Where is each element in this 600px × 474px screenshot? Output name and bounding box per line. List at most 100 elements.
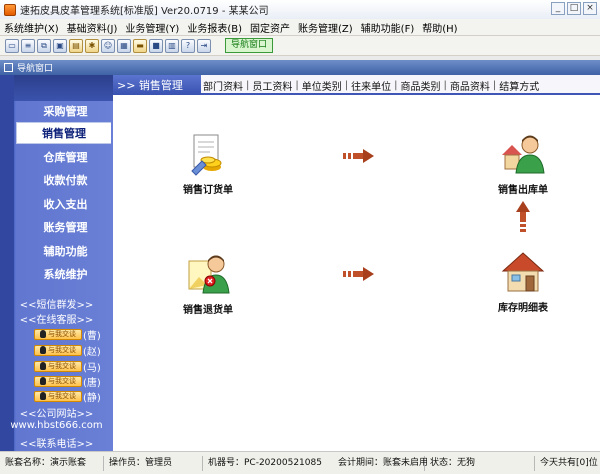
qq-chat-button[interactable]: 与我交谈 — [34, 375, 82, 387]
exit-icon[interactable]: ⇥ — [197, 38, 211, 53]
qq-icon — [40, 362, 46, 370]
help-icon[interactable]: ? — [181, 38, 195, 53]
link-product-category[interactable]: 商品类别 — [401, 78, 441, 93]
folder-icon[interactable]: ▬ — [133, 38, 147, 53]
save-icon[interactable]: ■ — [149, 38, 163, 53]
link-products[interactable]: 商品资料 — [450, 78, 490, 93]
sales-out-label: 销售出库单 — [498, 185, 548, 196]
return-document-icon — [188, 255, 230, 294]
new-icon[interactable]: ▭ — [5, 38, 19, 53]
warehouse-icon — [501, 252, 545, 292]
qq-icon — [40, 330, 46, 338]
minimize-button[interactable]: _ — [551, 2, 565, 15]
order-document-icon — [191, 134, 222, 176]
sidebar-item-income[interactable]: 收入支出 — [18, 193, 113, 215]
qq-chat-button[interactable]: 与我交谈 — [34, 390, 82, 402]
sidebar-item-payments[interactable]: 收款付款 — [18, 169, 113, 191]
window-icon — [4, 63, 13, 72]
flow-arrow-up-icon — [516, 201, 530, 232]
maximize-button[interactable]: □ — [567, 2, 581, 15]
copy-icon[interactable]: ⧉ — [37, 38, 51, 53]
nav-window-tab-label: 导航窗口 — [17, 64, 54, 74]
link-staff[interactable]: 员工资料 — [252, 78, 292, 93]
window-icon[interactable]: ▣ — [53, 38, 67, 53]
qq-badge-label: 与我交谈 — [48, 377, 76, 385]
qq-contact[interactable]: 与我交谈 (静) — [34, 390, 101, 404]
status-machine: 机器号：PC-20200521085 — [208, 457, 322, 468]
qq-contact[interactable]: 与我交谈 (赵) — [34, 344, 101, 358]
qq-contact[interactable]: 与我交谈 (曹) — [34, 328, 101, 342]
sms-link[interactable]: <<短信群发>> — [0, 296, 113, 311]
link-unit-category[interactable]: 单位类别 — [302, 78, 342, 93]
website-label: <<公司网站>> — [19, 409, 94, 420]
qq-chat-button[interactable]: 与我交谈 — [34, 360, 82, 372]
menu-basic-data[interactable]: 基础资料(J) — [67, 20, 118, 35]
separator: | — [394, 79, 398, 91]
qq-contact-name: (马) — [83, 362, 101, 374]
sidebar-item-auxiliary[interactable]: 辅助功能 — [18, 240, 113, 262]
window-title: 速拓皮具皮革管理系统[标准版] Ver20.0719 - 某某公司 — [20, 6, 269, 17]
qq-badge-label: 与我交谈 — [48, 346, 76, 354]
nav-window-button[interactable]: 导航窗口 — [225, 38, 274, 53]
sidebar-item-accounts[interactable]: 账务管理 — [18, 216, 113, 238]
content-area: 销售订货单 销售出库单 销售退货单 库存明细表 — [113, 97, 600, 451]
sales-out-module[interactable]: 销售出库单 — [478, 131, 568, 196]
status-account: 账套名称：演示账套 — [0, 455, 104, 471]
menu-help[interactable]: 帮助(H) — [422, 20, 457, 35]
status-operator: 操作员：管理员 — [104, 455, 203, 471]
calculator-icon[interactable]: ▦ — [117, 38, 131, 53]
flow-arrow-right-icon — [343, 149, 374, 163]
user-icon[interactable]: ☺ — [101, 38, 115, 53]
phone-label: <<联系电话>> — [19, 439, 94, 450]
qq-badge-label: 与我交谈 — [48, 392, 76, 400]
menu-fixed-assets[interactable]: 固定资产 — [250, 20, 290, 35]
link-settlement[interactable]: 结算方式 — [499, 78, 539, 93]
title-bar: 速拓皮具皮革管理系统[标准版] Ver20.0719 - 某某公司 _ □ × — [0, 0, 600, 19]
qq-icon — [40, 346, 46, 354]
nav-window-tab[interactable]: 导航窗口 — [0, 60, 600, 75]
sidebar-item-sales[interactable]: 销售管理 — [16, 122, 111, 144]
sales-order-module[interactable]: 销售订货单 — [163, 131, 253, 196]
qq-badge-label: 与我交谈 — [48, 330, 76, 338]
qq-chat-button[interactable]: 与我交谈 — [34, 328, 82, 340]
sidebar-item-warehouse[interactable]: 仓库管理 — [18, 146, 113, 168]
sales-return-module[interactable]: 销售退货单 — [163, 251, 253, 316]
window-controls: _ □ × — [551, 2, 597, 15]
sidebar: 采购管理 销售管理 仓库管理 收款付款 收入支出 账务管理 辅助功能 系统维护 … — [0, 75, 113, 451]
separator: | — [492, 79, 497, 91]
menu-auxiliary[interactable]: 辅助功能(F) — [361, 20, 415, 35]
qq-contact-name: (静) — [83, 392, 101, 404]
qq-contact-name: (曹) — [83, 330, 101, 342]
qq-icon — [40, 377, 46, 385]
qq-chat-button[interactable]: 与我交谈 — [34, 344, 82, 356]
sidebar-edge — [0, 75, 14, 451]
qq-contact-name: (唐) — [83, 377, 101, 389]
link-department[interactable]: 部门资料 — [203, 78, 243, 93]
menu-business[interactable]: 业务管理(Y) — [125, 20, 179, 35]
separator: | — [344, 79, 349, 91]
separator: | — [246, 79, 250, 91]
inventory-detail-label: 库存明细表 — [498, 303, 548, 314]
qq-contact[interactable]: 与我交谈 (马) — [34, 360, 101, 374]
menu-accounts[interactable]: 账务管理(Z) — [298, 20, 353, 35]
qq-contact[interactable]: 与我交谈 (唐) — [34, 375, 101, 389]
chart-icon[interactable]: ▤ — [69, 38, 83, 53]
inventory-detail-module[interactable]: 库存明细表 — [478, 249, 568, 314]
tools-icon[interactable]: ✱ — [85, 38, 99, 53]
sidebar-item-system[interactable]: 系统维护 — [18, 263, 113, 285]
list-icon[interactable]: ≡ — [21, 38, 35, 53]
sales-order-label: 销售订货单 — [183, 185, 233, 196]
link-partners[interactable]: 往来单位 — [351, 78, 391, 93]
sidebar-header — [14, 75, 113, 101]
qq-contact-name: (赵) — [83, 346, 101, 358]
person-house-icon — [502, 135, 545, 174]
menu-system[interactable]: 系统维护(X) — [4, 20, 59, 35]
status-bar: 账套名称：演示账套 操作员：管理员 机器号：PC-20200521085 会计期… — [0, 451, 600, 474]
close-button[interactable]: × — [583, 2, 597, 15]
website-link[interactable]: www.hbst666.com — [0, 420, 113, 431]
sidebar-item-purchase[interactable]: 采购管理 — [18, 100, 113, 122]
qq-icon — [40, 392, 46, 400]
menu-reports[interactable]: 业务报表(B) — [187, 20, 242, 35]
separator: | — [295, 79, 299, 91]
print-icon[interactable]: ▥ — [165, 38, 179, 53]
